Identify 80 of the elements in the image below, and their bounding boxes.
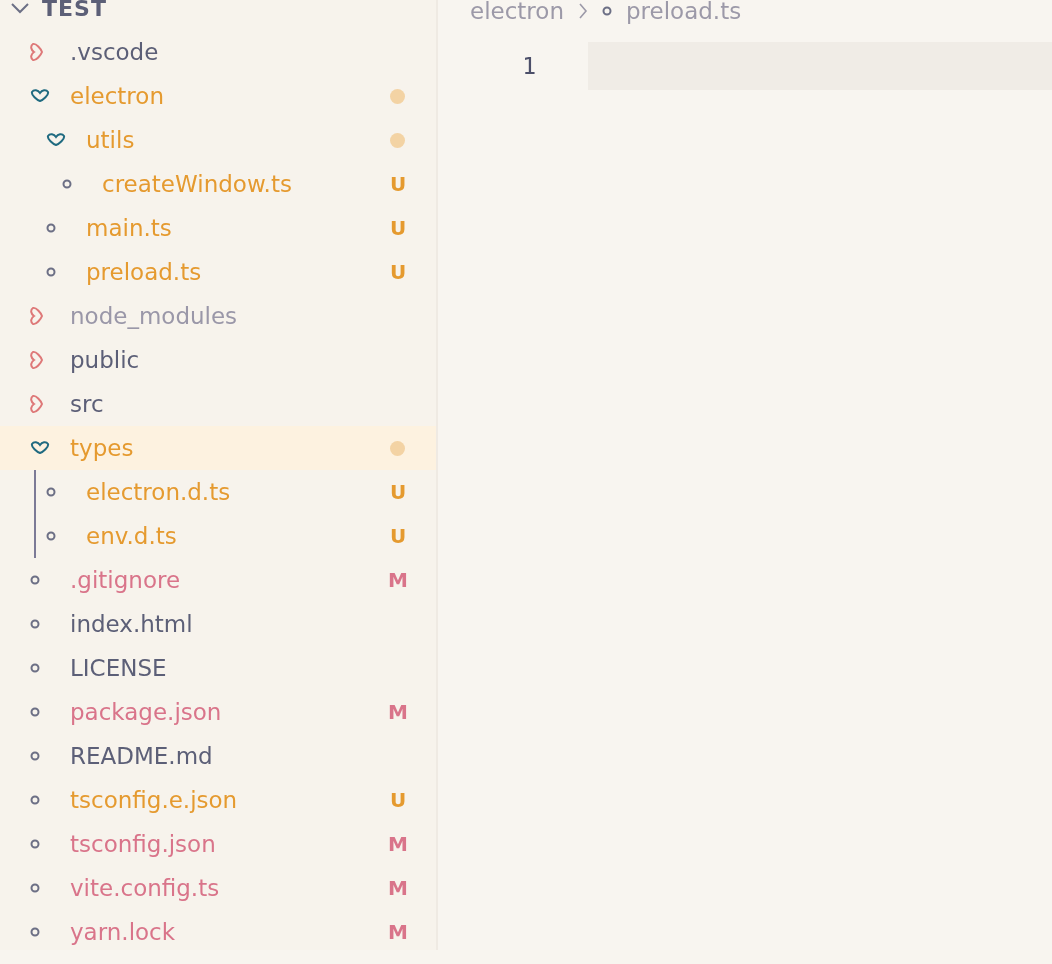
git-status: M — [388, 700, 408, 724]
file-dot-icon — [30, 663, 40, 673]
file-dot-icon — [30, 575, 40, 585]
folder-closed-icon — [30, 394, 44, 414]
file-name: createWindow.ts — [102, 171, 293, 197]
breadcrumb-item[interactable]: electron — [470, 0, 564, 24]
file-name: LICENSE — [70, 655, 168, 681]
file-row[interactable]: LICENSE — [0, 646, 436, 690]
folder-name: public — [70, 347, 141, 373]
git-status: U — [388, 788, 408, 812]
git-status: U — [388, 172, 408, 196]
file-row[interactable]: env.d.ts U — [0, 514, 436, 558]
file-row[interactable]: tsconfig.json M — [0, 822, 436, 866]
file-dot-icon — [62, 179, 72, 189]
file-row[interactable]: README.md — [0, 734, 436, 778]
file-name: package.json — [70, 699, 223, 725]
file-name: .gitignore — [70, 567, 182, 593]
file-name: main.ts — [86, 215, 173, 241]
file-name: vite.config.ts — [70, 875, 221, 901]
file-row[interactable]: main.ts U — [0, 206, 436, 250]
folder-name: src — [70, 391, 105, 417]
folder-row[interactable]: utils — [0, 118, 436, 162]
file-row[interactable]: vite.config.ts M — [0, 866, 436, 910]
file-dot-icon — [30, 751, 40, 761]
folder-closed-icon — [30, 306, 44, 326]
file-name: env.d.ts — [86, 523, 178, 549]
git-status: U — [388, 480, 408, 504]
file-name: index.html — [70, 611, 194, 637]
chevron-right-icon — [577, 2, 588, 20]
folder-row[interactable]: types — [0, 426, 436, 470]
file-row[interactable]: yarn.lock M — [0, 910, 436, 954]
file-dot-icon — [46, 487, 56, 497]
file-row[interactable]: index.html — [0, 602, 436, 646]
folder-name: node_modules — [70, 303, 239, 329]
file-dot-icon — [30, 795, 40, 805]
folder-closed-icon — [30, 42, 44, 62]
folder-name: .vscode — [70, 39, 160, 65]
file-dot-icon — [30, 927, 40, 937]
file-name: electron.d.ts — [86, 479, 232, 505]
folder-row[interactable]: src — [0, 382, 436, 426]
folder-row[interactable]: electron — [0, 74, 436, 118]
file-row[interactable]: preload.ts U — [0, 250, 436, 294]
chevron-down-icon[interactable] — [10, 2, 30, 14]
folder-row[interactable]: node_modules — [0, 294, 436, 338]
file-row[interactable]: package.json M — [0, 690, 436, 734]
file-dot-icon — [30, 883, 40, 893]
git-status: U — [388, 524, 408, 548]
file-row[interactable]: .gitignore M — [0, 558, 436, 602]
file-dot-icon — [30, 619, 40, 629]
folder-row[interactable]: public — [0, 338, 436, 382]
git-status: M — [388, 920, 408, 944]
folder-open-icon — [30, 89, 50, 103]
folder-name: utils — [86, 127, 136, 153]
file-name: preload.ts — [86, 259, 203, 285]
folder-row[interactable]: .vscode — [0, 30, 436, 74]
file-dot-icon — [30, 839, 40, 849]
line-number: 1 — [522, 52, 536, 81]
git-status: M — [388, 832, 408, 856]
file-name: yarn.lock — [70, 919, 177, 945]
folder-open-icon — [30, 441, 50, 455]
file-dot-icon — [46, 531, 56, 541]
file-dot-icon — [46, 267, 56, 277]
file-name: README.md — [70, 743, 214, 769]
file-dot-icon — [46, 223, 56, 233]
file-dot-icon — [30, 707, 40, 717]
file-name: tsconfig.e.json — [70, 787, 239, 813]
file-dot-icon — [601, 6, 612, 16]
git-status: U — [388, 260, 408, 284]
folder-open-icon — [46, 133, 66, 147]
file-row[interactable]: createWindow.ts U — [0, 162, 436, 206]
git-status: U — [388, 216, 408, 240]
folder-closed-icon — [30, 350, 44, 370]
git-status: M — [388, 876, 408, 900]
file-row[interactable]: electron.d.ts U — [0, 470, 436, 514]
folder-name: types — [70, 435, 135, 461]
breadcrumb-item[interactable]: preload.ts — [625, 0, 742, 24]
file-name: tsconfig.json — [70, 831, 217, 857]
file-row[interactable]: tsconfig.e.json U — [0, 778, 436, 822]
git-status: M — [388, 568, 408, 592]
folder-name: electron — [70, 83, 165, 109]
